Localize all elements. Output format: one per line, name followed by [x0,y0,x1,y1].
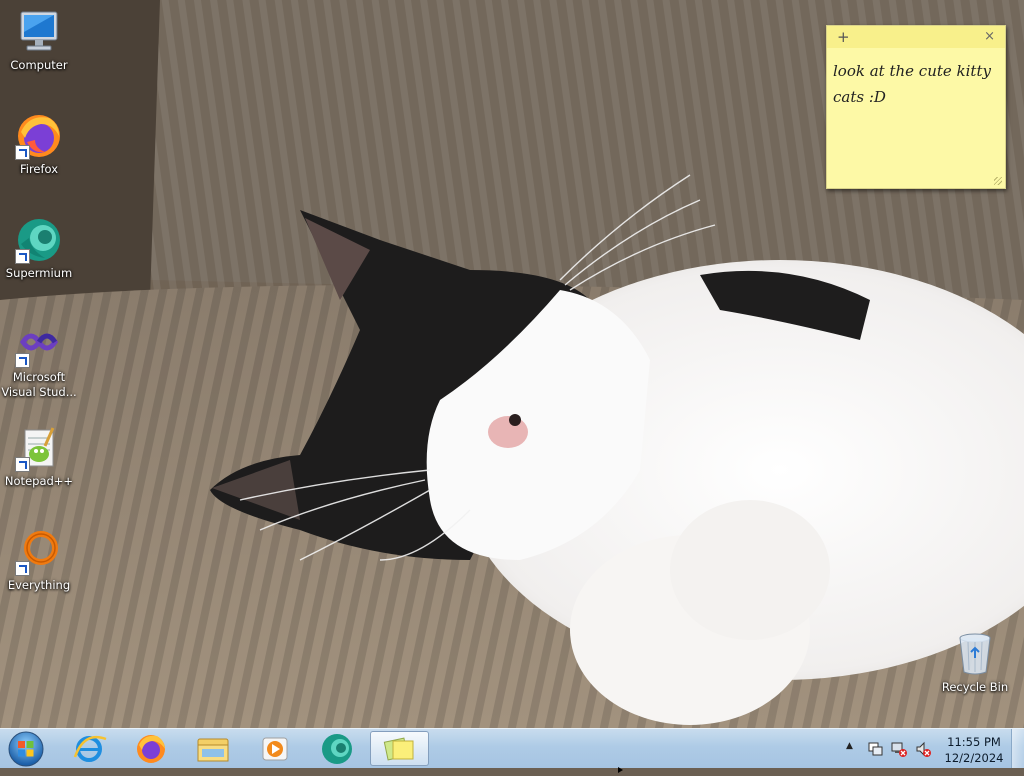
desktop-icon-everything[interactable]: Everything [1,528,77,593]
desktop-icon-recycle-bin[interactable]: Recycle Bin [937,630,1013,695]
taskbar: ▲ 11:55 PM 12/2/2024 [0,728,1024,768]
notepadpp-icon [15,424,63,472]
network-disconnected-icon[interactable] [891,741,907,757]
sticky-notes-icon [383,737,414,761]
taskbar-internet-explorer[interactable] [62,731,116,766]
shortcut-arrow-icon [15,249,30,264]
media-player-icon [262,737,288,761]
desktop-icon-visual-studio[interactable]: Microsoft Visual Stud... [1,320,77,400]
desktop-icon-label: Everything [7,578,71,592]
desktop-icon-computer[interactable]: Computer [1,8,77,73]
action-center-icon[interactable] [867,741,883,757]
firefox-icon [15,112,63,160]
resize-grip-icon[interactable] [994,177,1002,185]
desktop-icon-label: Firefox [19,162,59,176]
start-button[interactable] [4,730,48,768]
desktop-icon-label: Notepad++ [4,474,74,488]
taskbar-firefox[interactable] [124,731,178,766]
computer-icon [15,8,63,56]
show-desktop-button[interactable] [1011,729,1024,768]
firefox-icon [137,735,165,763]
file-explorer-icon [197,738,229,762]
shortcut-arrow-icon [15,457,30,472]
shortcut-arrow-icon [15,145,30,160]
desktop-icon-supermium[interactable]: Supermium [1,216,77,281]
desktop-icon-notepadpp[interactable]: Notepad++ [1,424,77,489]
taskbar-file-explorer[interactable] [186,731,240,766]
mouse-cursor-icon [618,762,626,776]
desktop-icon-firefox[interactable]: Firefox [1,112,77,177]
volume-muted-icon[interactable] [915,741,931,757]
system-clock[interactable]: 11:55 PM 12/2/2024 [940,734,1008,766]
supermium-icon [322,734,352,764]
taskbar-media-player[interactable] [248,731,302,766]
desktop-icon-label: Supermium [5,266,73,280]
everything-icon [15,528,63,576]
desktop-icon-label: Computer [10,58,68,72]
recycle-bin-icon [951,630,999,678]
desktop-icon-label: Microsoft Visual Stud... [1,370,77,399]
internet-explorer-icon [73,735,107,762]
taskbar-supermium[interactable] [310,731,364,766]
shortcut-arrow-icon [15,353,30,368]
sticky-note-titlebar[interactable]: + × [827,26,1005,48]
sticky-note[interactable]: + × look at the cute kitty cats :D [826,25,1006,189]
sticky-note-text[interactable]: look at the cute kitty cats :D [827,48,1005,110]
desktop-icon-label: Recycle Bin [941,680,1009,694]
visual-studio-icon [15,320,63,368]
clock-time: 11:55 PM [947,735,1001,749]
clock-date: 12/2/2024 [944,751,1004,765]
supermium-icon [15,216,63,264]
show-hidden-icons-button[interactable]: ▲ [846,741,853,751]
taskbar-sticky-notes[interactable] [370,731,429,766]
close-icon[interactable]: × [984,29,995,44]
shortcut-arrow-icon [15,561,30,576]
add-note-icon[interactable]: + [837,28,850,46]
windows-orb-icon [8,731,44,767]
